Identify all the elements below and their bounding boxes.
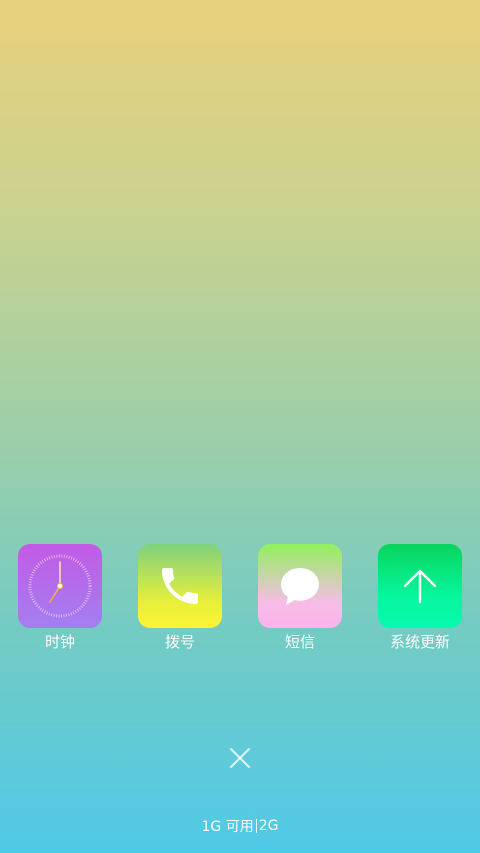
app-label-clock: 时钟 [44, 633, 75, 651]
memory-status: 1G 可用 2G [0, 815, 480, 837]
app-label-dialer: 拨号 [164, 633, 195, 651]
clock-icon [18, 544, 102, 628]
message-bubble-icon [258, 544, 342, 628]
recent-apps-row: 时钟 拨号 短信 系统更新 [0, 544, 480, 664]
recent-app-dialer[interactable]: 拨号 [120, 544, 240, 664]
app-label-messages: 短信 [284, 633, 315, 651]
arrow-up-icon [378, 544, 462, 628]
close-icon [229, 747, 251, 769]
phone-icon [138, 544, 222, 628]
clock-face [28, 554, 92, 618]
recent-app-system-update[interactable]: 系统更新 [360, 544, 480, 664]
recent-app-clock[interactable]: 时钟 [0, 544, 120, 664]
app-label-system-update: 系统更新 [389, 633, 450, 651]
memory-available: 1G 可用 [201, 819, 254, 835]
recent-app-messages[interactable]: 短信 [240, 544, 360, 664]
clear-all-button[interactable] [222, 740, 258, 776]
memory-divider [255, 819, 257, 833]
memory-total: 2G [258, 818, 279, 834]
recents-screen: 时钟 拨号 短信 系统更新 1G 可用 2G [0, 0, 480, 853]
